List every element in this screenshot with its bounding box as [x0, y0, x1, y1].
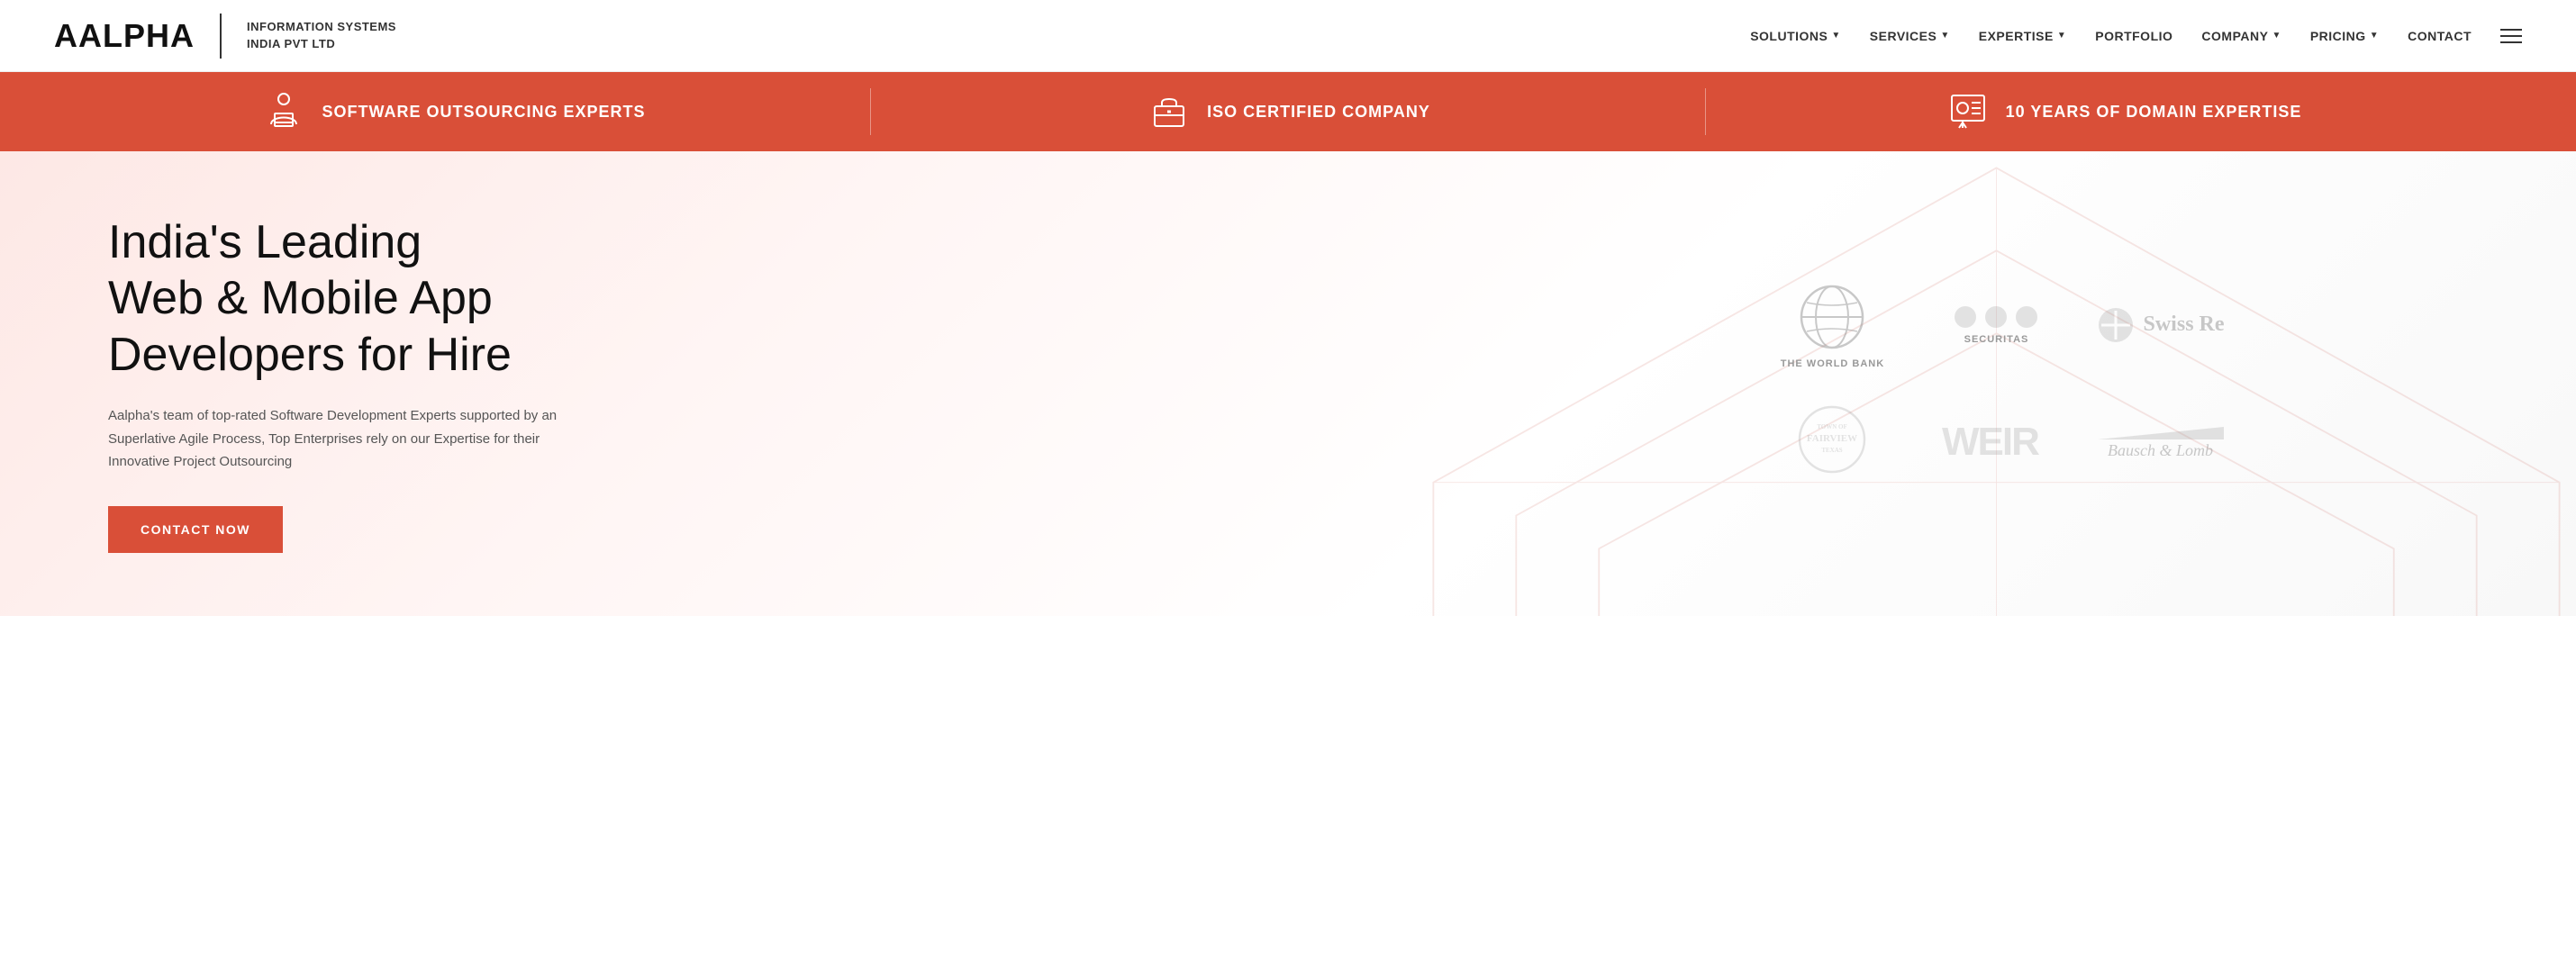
logo-main[interactable]: AALPHA: [54, 17, 195, 55]
banner-item-expertise: 10 YEARS OF DOMAIN EXPERTISE: [1705, 88, 2540, 135]
logo-swissre: Swiss Re: [2097, 280, 2225, 370]
logo-fairview: TOWN OF FAIRVIEW TEXAS: [1768, 397, 1896, 487]
hero-content: India's LeadingWeb & Mobile AppDeveloper…: [0, 151, 1417, 616]
nav-links: SOLUTIONS ▼ SERVICES ▼ EXPERTISE ▼ PORTF…: [1750, 29, 2522, 43]
nav-expertise[interactable]: EXPERTISE ▼: [1979, 29, 2067, 43]
banner-text-expertise: 10 YEARS OF DOMAIN EXPERTISE: [2006, 103, 2302, 122]
nav-company[interactable]: COMPANY ▼: [2201, 29, 2281, 43]
banner-item-outsourcing: SOFTWARE OUTSOURCING EXPERTS: [36, 88, 870, 135]
nav-services[interactable]: SERVICES ▼: [1870, 29, 1950, 43]
securitas-label: SECURITAS: [1964, 334, 2029, 345]
banner-text-outsourcing: SOFTWARE OUTSOURCING EXPERTS: [322, 103, 645, 122]
svg-text:TOWN OF: TOWN OF: [1818, 423, 1848, 430]
logo-divider: [220, 14, 222, 59]
hero-title: India's LeadingWeb & Mobile AppDeveloper…: [108, 214, 1363, 383]
svg-text:FAIRVIEW: FAIRVIEW: [1807, 433, 1857, 444]
hero-logos: THE WORLD BANK SECURITAS: [1417, 151, 2576, 616]
chevron-down-icon: ▼: [2370, 31, 2379, 41]
client-logos-grid: THE WORLD BANK SECURITAS: [1732, 244, 2260, 523]
chevron-down-icon: ▼: [2272, 31, 2281, 41]
nav-contact[interactable]: CONTACT: [2408, 29, 2472, 43]
worldbank-label: THE WORLD BANK: [1781, 358, 1884, 369]
svg-text:WEIR: WEIR: [1942, 420, 2039, 462]
logo-securitas: SECURITAS: [1932, 280, 2060, 370]
logo-area: AALPHA INFORMATION SYSTEMS INDIA PVT LTD: [54, 14, 396, 59]
info-banner: SOFTWARE OUTSOURCING EXPERTS ISO CERTIFI…: [0, 72, 2576, 151]
nav-solutions[interactable]: SOLUTIONS ▼: [1750, 29, 1841, 43]
person-laptop-icon: [260, 88, 307, 135]
chevron-down-icon: ▼: [2057, 31, 2066, 41]
chevron-down-icon: ▼: [1831, 31, 1840, 41]
contact-now-button[interactable]: CONTACT NOW: [108, 506, 283, 553]
navbar: AALPHA INFORMATION SYSTEMS INDIA PVT LTD…: [0, 0, 2576, 72]
banner-item-iso: ISO CERTIFIED COMPANY: [870, 88, 1705, 135]
hero-description: Aalpha's team of top-rated Software Deve…: [108, 404, 558, 474]
nav-pricing[interactable]: PRICING ▼: [2310, 29, 2379, 43]
svg-text:TEXAS: TEXAS: [1822, 447, 1843, 454]
briefcase-icon: [1146, 88, 1193, 135]
banner-text-iso: ISO CERTIFIED COMPANY: [1207, 103, 1430, 122]
nav-portfolio[interactable]: PORTFOLIO: [2095, 29, 2172, 43]
logo-worldbank: THE WORLD BANK: [1768, 280, 1896, 370]
chevron-down-icon: ▼: [1940, 31, 1949, 41]
logo-weir: WEIR: [1932, 397, 2060, 487]
certificate-icon: [1945, 88, 1991, 135]
logo-bausch: Bausch & Lomb: [2097, 397, 2225, 487]
hero-section: India's LeadingWeb & Mobile AppDeveloper…: [0, 151, 2576, 616]
hamburger-menu[interactable]: [2500, 29, 2522, 43]
logo-subtitle: INFORMATION SYSTEMS INDIA PVT LTD: [247, 19, 396, 51]
